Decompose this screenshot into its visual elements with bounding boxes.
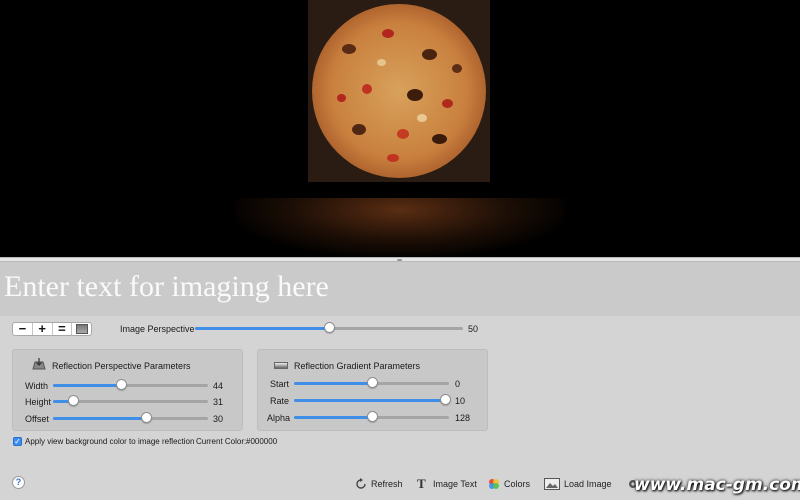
image-icon: [75, 324, 88, 334]
offset-slider[interactable]: [53, 412, 208, 424]
start-label: Start: [270, 379, 290, 389]
reflection-gradient-title: Reflection Gradient Parameters: [294, 361, 421, 371]
refresh-icon: [356, 478, 366, 489]
color-wheel-icon: [489, 479, 499, 489]
apply-bg-checkbox[interactable]: ✓: [13, 437, 22, 446]
refresh-button[interactable]: Refresh: [355, 477, 403, 491]
image-preview: [0, 0, 800, 257]
actual-size-button[interactable]: =: [53, 322, 73, 335]
imaging-text-input[interactable]: [4, 266, 784, 308]
slider-knob[interactable]: [141, 412, 152, 423]
pizza-photo: [308, 0, 490, 182]
start-slider[interactable]: [294, 377, 449, 389]
width-label: Width: [25, 381, 49, 391]
rate-value: 10: [455, 396, 466, 406]
image-text-label: Image Text: [433, 479, 477, 489]
perspective-icon: [32, 358, 46, 370]
rate-slider[interactable]: [294, 394, 451, 406]
zoom-in-button[interactable]: +: [33, 322, 53, 335]
alpha-label: Alpha: [267, 413, 291, 423]
alpha-slider[interactable]: [294, 411, 449, 423]
alpha-value: 128: [455, 413, 471, 423]
width-value: 44: [213, 381, 224, 391]
slider-knob[interactable]: [440, 394, 451, 405]
zoom-out-button[interactable]: −: [13, 322, 33, 335]
slider-knob[interactable]: [116, 379, 128, 390]
rate-label: Rate: [270, 396, 290, 406]
refresh-label: Refresh: [371, 479, 403, 489]
help-button[interactable]: ?: [12, 476, 25, 489]
start-value: 0: [455, 379, 461, 389]
text-entry-area: [0, 262, 800, 316]
divider-handle[interactable]: [397, 259, 402, 261]
fit-image-button[interactable]: [72, 323, 91, 335]
height-slider[interactable]: [53, 395, 208, 407]
image-reflection: [235, 198, 565, 257]
height-value: 31: [213, 397, 224, 407]
current-color-value: #000000: [246, 437, 278, 446]
image-perspective-label: Image Perspective: [120, 324, 195, 334]
load-image-button[interactable]: Load Image: [544, 477, 612, 491]
height-label: Height: [25, 397, 52, 407]
slider-knob[interactable]: [366, 377, 378, 388]
zoom-segmented-control: − + =: [12, 322, 92, 336]
image-perspective-value: 50: [468, 324, 479, 334]
image-text-button[interactable]: T Image Text: [417, 477, 477, 491]
picture-icon: [544, 478, 560, 490]
gradient-icon: [274, 362, 288, 369]
slider-knob[interactable]: [68, 395, 80, 406]
colors-button[interactable]: Colors: [488, 477, 530, 491]
colors-label: Colors: [504, 479, 531, 489]
apply-bg-label: Apply view background color to image ref…: [25, 437, 195, 446]
offset-value: 30: [213, 414, 224, 424]
slider-knob[interactable]: [324, 322, 335, 333]
offset-label: Offset: [25, 414, 49, 424]
current-color-label: Current Color:: [196, 437, 247, 446]
load-image-label: Load Image: [564, 479, 612, 489]
slider-knob[interactable]: [366, 411, 378, 422]
width-slider[interactable]: [53, 379, 208, 391]
text-icon: T: [417, 476, 426, 491]
watermark: www.mac-gm.com: [634, 475, 800, 495]
reflection-perspective-title: Reflection Perspective Parameters: [52, 361, 191, 371]
image-perspective-slider[interactable]: [195, 322, 463, 334]
pizza-image: [312, 4, 486, 178]
